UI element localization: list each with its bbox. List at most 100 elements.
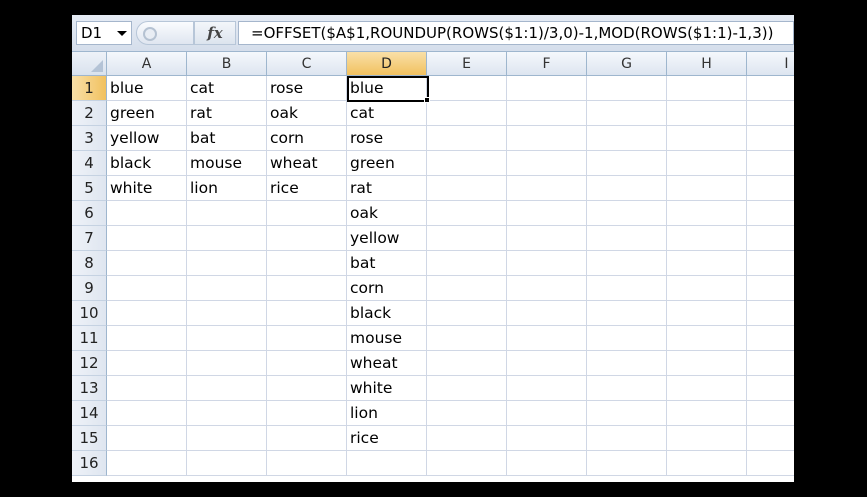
cell-a5[interactable]: white bbox=[107, 176, 187, 201]
cell-b3[interactable]: bat bbox=[187, 126, 267, 151]
cell-e5[interactable] bbox=[427, 176, 507, 201]
insert-function-button[interactable]: fx bbox=[194, 21, 236, 45]
cell-h3[interactable] bbox=[667, 126, 747, 151]
column-header-g[interactable]: G bbox=[587, 52, 667, 76]
cell-i15[interactable] bbox=[747, 426, 794, 451]
cell-g12[interactable] bbox=[587, 351, 667, 376]
cell-i2[interactable] bbox=[747, 101, 794, 126]
row-header-9[interactable]: 9 bbox=[72, 276, 107, 301]
cell-i8[interactable] bbox=[747, 251, 794, 276]
cell-f2[interactable] bbox=[507, 101, 587, 126]
cell-h11[interactable] bbox=[667, 326, 747, 351]
cell-g4[interactable] bbox=[587, 151, 667, 176]
cell-i4[interactable] bbox=[747, 151, 794, 176]
fill-handle[interactable] bbox=[424, 97, 430, 103]
cell-e11[interactable] bbox=[427, 326, 507, 351]
cell-a10[interactable] bbox=[107, 301, 187, 326]
row-header-13[interactable]: 13 bbox=[72, 376, 107, 401]
row-header-11[interactable]: 11 bbox=[72, 326, 107, 351]
cell-c11[interactable] bbox=[267, 326, 347, 351]
cell-d6[interactable]: oak bbox=[347, 201, 427, 226]
cell-g8[interactable] bbox=[587, 251, 667, 276]
cell-i1[interactable] bbox=[747, 76, 794, 101]
column-header-i[interactable]: I bbox=[747, 52, 794, 76]
row-header-3[interactable]: 3 bbox=[72, 126, 107, 151]
cell-h13[interactable] bbox=[667, 376, 747, 401]
row-header-2[interactable]: 2 bbox=[72, 101, 107, 126]
cell-g5[interactable] bbox=[587, 176, 667, 201]
cell-f3[interactable] bbox=[507, 126, 587, 151]
cell-d15[interactable]: rice bbox=[347, 426, 427, 451]
cell-e4[interactable] bbox=[427, 151, 507, 176]
cell-b15[interactable] bbox=[187, 426, 267, 451]
cell-b5[interactable]: lion bbox=[187, 176, 267, 201]
cell-a14[interactable] bbox=[107, 401, 187, 426]
column-header-e[interactable]: E bbox=[427, 52, 507, 76]
cell-f7[interactable] bbox=[507, 226, 587, 251]
cell-c8[interactable] bbox=[267, 251, 347, 276]
cell-d4[interactable]: green bbox=[347, 151, 427, 176]
cell-a15[interactable] bbox=[107, 426, 187, 451]
cell-a7[interactable] bbox=[107, 226, 187, 251]
cell-h16[interactable] bbox=[667, 451, 747, 476]
row-header-5[interactable]: 5 bbox=[72, 176, 107, 201]
cell-h8[interactable] bbox=[667, 251, 747, 276]
cell-c14[interactable] bbox=[267, 401, 347, 426]
cell-h6[interactable] bbox=[667, 201, 747, 226]
cell-f13[interactable] bbox=[507, 376, 587, 401]
cell-b8[interactable] bbox=[187, 251, 267, 276]
cell-h5[interactable] bbox=[667, 176, 747, 201]
cell-c1[interactable]: rose bbox=[267, 76, 347, 101]
row-header-15[interactable]: 15 bbox=[72, 426, 107, 451]
cell-e10[interactable] bbox=[427, 301, 507, 326]
cell-e13[interactable] bbox=[427, 376, 507, 401]
cell-i7[interactable] bbox=[747, 226, 794, 251]
row-header-14[interactable]: 14 bbox=[72, 401, 107, 426]
cell-h14[interactable] bbox=[667, 401, 747, 426]
cell-h1[interactable] bbox=[667, 76, 747, 101]
cell-b7[interactable] bbox=[187, 226, 267, 251]
cell-i6[interactable] bbox=[747, 201, 794, 226]
cell-g10[interactable] bbox=[587, 301, 667, 326]
cell-d2[interactable]: cat bbox=[347, 101, 427, 126]
cell-h10[interactable] bbox=[667, 301, 747, 326]
cell-e6[interactable] bbox=[427, 201, 507, 226]
cell-c10[interactable] bbox=[267, 301, 347, 326]
cell-e12[interactable] bbox=[427, 351, 507, 376]
cell-g6[interactable] bbox=[587, 201, 667, 226]
cell-f1[interactable] bbox=[507, 76, 587, 101]
cell-b4[interactable]: mouse bbox=[187, 151, 267, 176]
cell-f6[interactable] bbox=[507, 201, 587, 226]
cell-c2[interactable]: oak bbox=[267, 101, 347, 126]
cell-b13[interactable] bbox=[187, 376, 267, 401]
cell-d8[interactable]: bat bbox=[347, 251, 427, 276]
cell-d12[interactable]: wheat bbox=[347, 351, 427, 376]
cell-a9[interactable] bbox=[107, 276, 187, 301]
cell-d14[interactable]: lion bbox=[347, 401, 427, 426]
cell-f11[interactable] bbox=[507, 326, 587, 351]
cell-h4[interactable] bbox=[667, 151, 747, 176]
cell-h12[interactable] bbox=[667, 351, 747, 376]
cell-g14[interactable] bbox=[587, 401, 667, 426]
cell-h7[interactable] bbox=[667, 226, 747, 251]
cell-c5[interactable]: rice bbox=[267, 176, 347, 201]
cell-b1[interactable]: cat bbox=[187, 76, 267, 101]
cell-f16[interactable] bbox=[507, 451, 587, 476]
row-header-8[interactable]: 8 bbox=[72, 251, 107, 276]
cell-e1[interactable] bbox=[427, 76, 507, 101]
cell-f12[interactable] bbox=[507, 351, 587, 376]
row-header-16[interactable]: 16 bbox=[72, 451, 107, 476]
cell-h9[interactable] bbox=[667, 276, 747, 301]
cell-g15[interactable] bbox=[587, 426, 667, 451]
cell-a13[interactable] bbox=[107, 376, 187, 401]
cell-c7[interactable] bbox=[267, 226, 347, 251]
cell-e15[interactable] bbox=[427, 426, 507, 451]
row-header-7[interactable]: 7 bbox=[72, 226, 107, 251]
cell-g7[interactable] bbox=[587, 226, 667, 251]
cell-d13[interactable]: white bbox=[347, 376, 427, 401]
cell-c9[interactable] bbox=[267, 276, 347, 301]
cell-b6[interactable] bbox=[187, 201, 267, 226]
cell-d1[interactable]: blue bbox=[347, 76, 427, 101]
cell-i5[interactable] bbox=[747, 176, 794, 201]
cell-g3[interactable] bbox=[587, 126, 667, 151]
